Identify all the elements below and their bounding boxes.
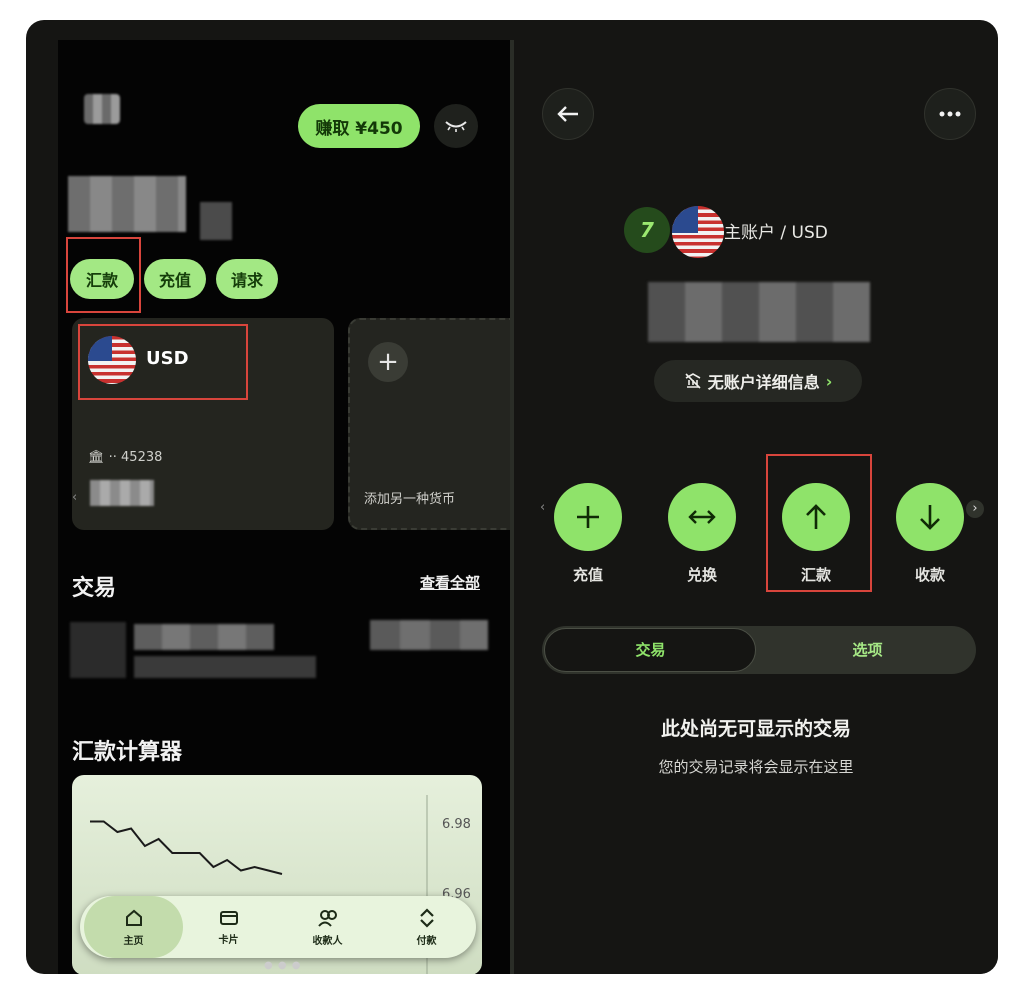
tab-transactions[interactable]: 交易	[542, 626, 759, 674]
receive-label: 收款	[914, 566, 945, 584]
plus-icon: +	[368, 342, 408, 382]
chevron-left-icon[interactable]: ‹	[540, 500, 545, 515]
tab-home-label: 主页	[123, 935, 144, 947]
tab-cards[interactable]: 卡片	[179, 896, 278, 958]
home-icon	[125, 909, 142, 926]
chevron-left-icon[interactable]: ‹	[72, 490, 77, 505]
transaction-avatar	[70, 622, 126, 678]
hide-balance-button[interactable]	[434, 104, 478, 148]
add-money-label: 充值	[572, 566, 603, 584]
request-chip[interactable]: 请求	[216, 259, 278, 299]
add-currency-card[interactable]: + 添加另一种货币	[348, 318, 510, 530]
us-flag-icon	[670, 204, 726, 260]
card-balance	[90, 480, 154, 506]
total-balance	[68, 176, 186, 232]
transaction-date	[134, 656, 316, 678]
left-phone-screen: 赚取 ¥450 汇款 充值 请求 USD 🏛 ·· 45238 ‹ + 添加另一…	[58, 40, 510, 974]
rate-line	[90, 820, 283, 875]
bank-account-suffix: 🏛 ·· 45238	[88, 450, 163, 465]
total-balance-cents	[200, 202, 232, 240]
chevron-right-icon[interactable]: ›	[966, 500, 984, 518]
tab-recipients-label: 收款人	[312, 935, 343, 947]
card-icon	[219, 910, 238, 925]
page-dots: ● ● ●	[264, 960, 302, 971]
receive-action[interactable]	[896, 483, 964, 551]
account-details-button[interactable]: 无账户详细信息 ›	[654, 360, 862, 402]
segmented-tabs: 交易 选项	[542, 626, 976, 674]
chevron-right-icon: ›	[825, 371, 833, 391]
bottom-tab-bar: 主页 卡片 收款人 付款	[80, 896, 476, 958]
recipients-icon	[317, 909, 337, 927]
see-all-link[interactable]: 查看全部	[420, 572, 480, 593]
eye-closed-icon	[445, 121, 467, 132]
tab-cards-label: 卡片	[218, 934, 239, 946]
bank-off-icon	[685, 373, 701, 389]
tab-home[interactable]: 主页	[84, 896, 183, 958]
tab-payments-label: 付款	[416, 935, 437, 947]
highlight-box-usd	[78, 324, 248, 400]
right-phone-screen: 7 主账户 / USD 无账户详细信息 › ‹ › 充值 兑换 汇款 收款 交易…	[514, 40, 998, 974]
add-currency-label: 添加另一种货币	[364, 492, 456, 507]
rate-tick-high: 6.98	[442, 817, 471, 832]
highlight-box-send-action	[766, 454, 872, 592]
transactions-title: 交易	[72, 576, 117, 601]
transaction-name	[134, 624, 274, 650]
calculator-title: 汇款计算器	[72, 740, 183, 765]
convert-action[interactable]	[668, 483, 736, 551]
wise-logo-icon: 7	[624, 207, 670, 253]
back-button[interactable]	[542, 88, 594, 140]
account-balance	[648, 282, 870, 342]
transaction-amount	[370, 620, 488, 650]
add-money-chip[interactable]: 充值	[144, 259, 206, 299]
convert-label: 兑换	[686, 566, 717, 584]
account-label: 主账户 / USD	[724, 223, 828, 243]
account-details-label: 无账户详细信息	[707, 373, 820, 392]
plus-icon	[577, 506, 599, 528]
empty-state-subtitle: 您的交易记录将会显示在这里	[658, 758, 854, 776]
add-money-action[interactable]	[554, 483, 622, 551]
more-button[interactable]	[924, 88, 976, 140]
tab-options[interactable]: 选项	[759, 626, 976, 674]
screenshot-frame: 赚取 ¥450 汇款 充值 请求 USD 🏛 ·· 45238 ‹ + 添加另一…	[26, 20, 998, 974]
payments-icon	[419, 907, 434, 928]
tab-payments[interactable]: 付款	[377, 896, 476, 958]
empty-state-title: 此处尚无可显示的交易	[660, 718, 851, 740]
arrow-down-icon	[920, 505, 940, 530]
more-icon	[939, 111, 961, 117]
avatar[interactable]	[84, 94, 120, 124]
highlight-box-send	[66, 237, 141, 313]
arrow-left-icon	[557, 106, 578, 122]
earn-button[interactable]: 赚取 ¥450	[298, 104, 420, 148]
tab-recipients[interactable]: 收款人	[278, 896, 377, 958]
exchange-icon	[688, 510, 716, 524]
